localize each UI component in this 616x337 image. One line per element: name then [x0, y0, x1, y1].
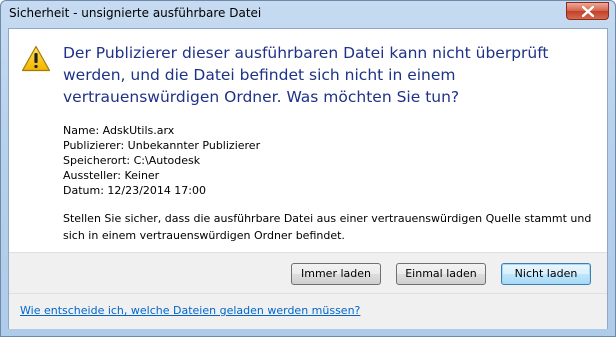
detail-issuer: Aussteller: Keiner — [63, 169, 160, 182]
dialog-body: Der Publizierer dieser ausführbaren Date… — [8, 28, 608, 329]
info-text: Stellen Sie sicher, dass die ausführbare… — [63, 212, 592, 242]
dialog-window: Sicherheit - unsignierte ausführbare Dat… — [0, 0, 616, 337]
close-button[interactable] — [566, 2, 609, 20]
button-bar: Immer laden Einmal laden Nicht laden — [9, 252, 607, 293]
title-bar[interactable]: Sicherheit - unsignierte ausführbare Dat… — [1, 1, 615, 27]
do-not-load-button[interactable]: Nicht laden — [501, 263, 591, 285]
footer: Wie entscheide ich, welche Dateien gelad… — [9, 293, 607, 329]
detail-publisher: Publizierer: Unbekannter Publizierer — [63, 139, 261, 152]
file-details: Name: AdskUtils.arx Publizierer: Unbekan… — [63, 123, 260, 198]
always-load-button[interactable]: Immer laden — [291, 263, 381, 285]
close-icon — [582, 6, 594, 17]
window-title: Sicherheit - unsignierte ausführbare Dat… — [9, 6, 262, 20]
detail-name: Name: AdskUtils.arx — [63, 124, 175, 137]
detail-location: Speicherort: C:\Autodesk — [63, 154, 201, 167]
help-link[interactable]: Wie entscheide ich, welche Dateien gelad… — [20, 304, 360, 317]
dialog-headline: Der Publizierer dieser ausführbaren Date… — [63, 44, 549, 106]
load-once-button[interactable]: Einmal laden — [396, 263, 486, 285]
detail-date: Datum: 12/23/2014 17:00 — [63, 184, 207, 197]
warning-icon — [21, 45, 51, 72]
